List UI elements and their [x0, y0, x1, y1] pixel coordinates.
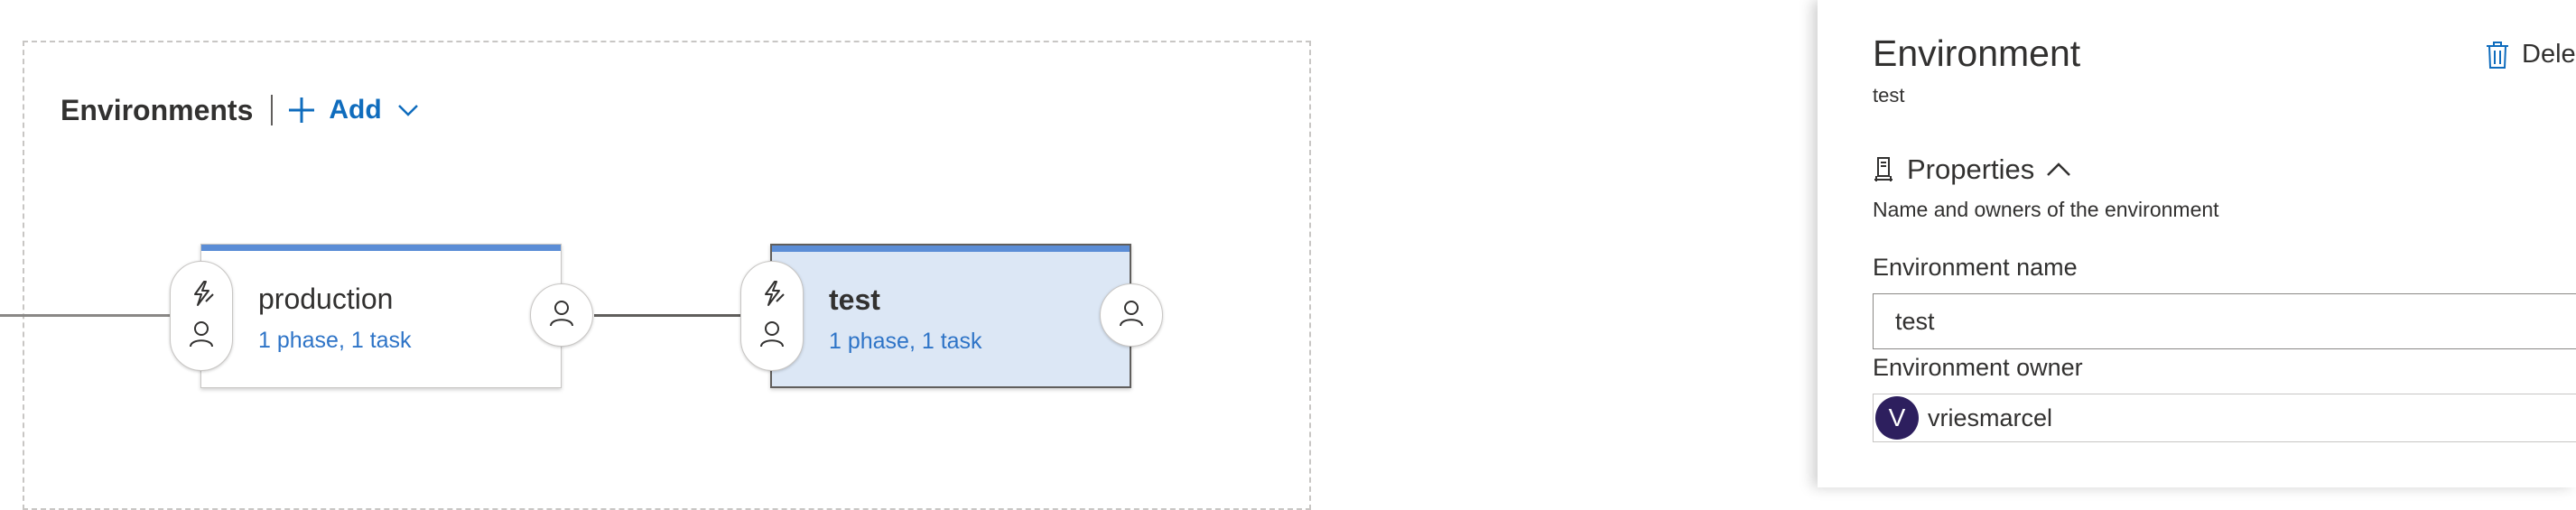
post-deployment-conditions-test[interactable] [1100, 283, 1163, 347]
stage-name: production [258, 283, 394, 315]
panel-subtitle: test [1873, 84, 1905, 107]
lightning-icon [188, 280, 215, 311]
person-icon [1119, 300, 1144, 331]
person-icon [759, 320, 785, 352]
chevron-down-icon [397, 104, 418, 116]
properties-label: Properties [1907, 153, 2035, 185]
incoming-connector [0, 314, 172, 317]
environment-name-label: Environment name [1873, 254, 2078, 281]
server-icon [1873, 156, 1894, 183]
person-icon [189, 320, 214, 352]
panel-title: Environment [1873, 32, 2081, 74]
plus-icon [287, 96, 316, 125]
post-deployment-conditions-production[interactable] [530, 283, 593, 347]
pipeline-canvas: Environments Add production 1 phase, 1 t… [0, 0, 1815, 510]
stage-card-test[interactable]: test 1 phase, 1 task [770, 244, 1131, 388]
add-environment-button[interactable]: Add [287, 95, 418, 125]
pre-deployment-conditions-test[interactable] [740, 261, 804, 371]
stage-card-production[interactable]: production 1 phase, 1 task [200, 244, 562, 388]
chevron-up-icon [2047, 162, 2071, 177]
trash-icon [2487, 41, 2508, 69]
delete-environment-button[interactable]: Delete [2486, 40, 2576, 70]
delete-label: Delete [2522, 40, 2576, 69]
pre-deployment-conditions-production[interactable] [170, 261, 233, 371]
owner-avatar: V [1875, 396, 1919, 440]
environments-title: Environments [60, 93, 254, 126]
environment-properties-panel: Environment test Delete Properties Name … [1818, 0, 2576, 487]
stage-connector [594, 314, 740, 317]
add-label: Add [329, 95, 382, 125]
header-divider [271, 95, 274, 125]
properties-description: Name and owners of the environment [1873, 198, 2219, 221]
stage-summary-link[interactable]: 1 phase, 1 task [258, 328, 412, 354]
environment-name-input[interactable] [1873, 293, 2576, 349]
stage-summary-link[interactable]: 1 phase, 1 task [829, 329, 982, 355]
environment-owner-label: Environment owner [1873, 354, 2083, 381]
stage-card-topbar [772, 246, 1130, 252]
lightning-icon [758, 280, 786, 311]
stage-card-topbar [201, 245, 561, 251]
properties-section-toggle[interactable]: Properties [1873, 153, 2071, 186]
stage-name: test [829, 283, 880, 316]
person-icon [549, 300, 574, 331]
environments-header: Environments Add [60, 88, 418, 132]
environment-owner-picker[interactable]: V vriesmarcel [1873, 394, 2576, 442]
owner-name: vriesmarcel [1928, 403, 2053, 431]
